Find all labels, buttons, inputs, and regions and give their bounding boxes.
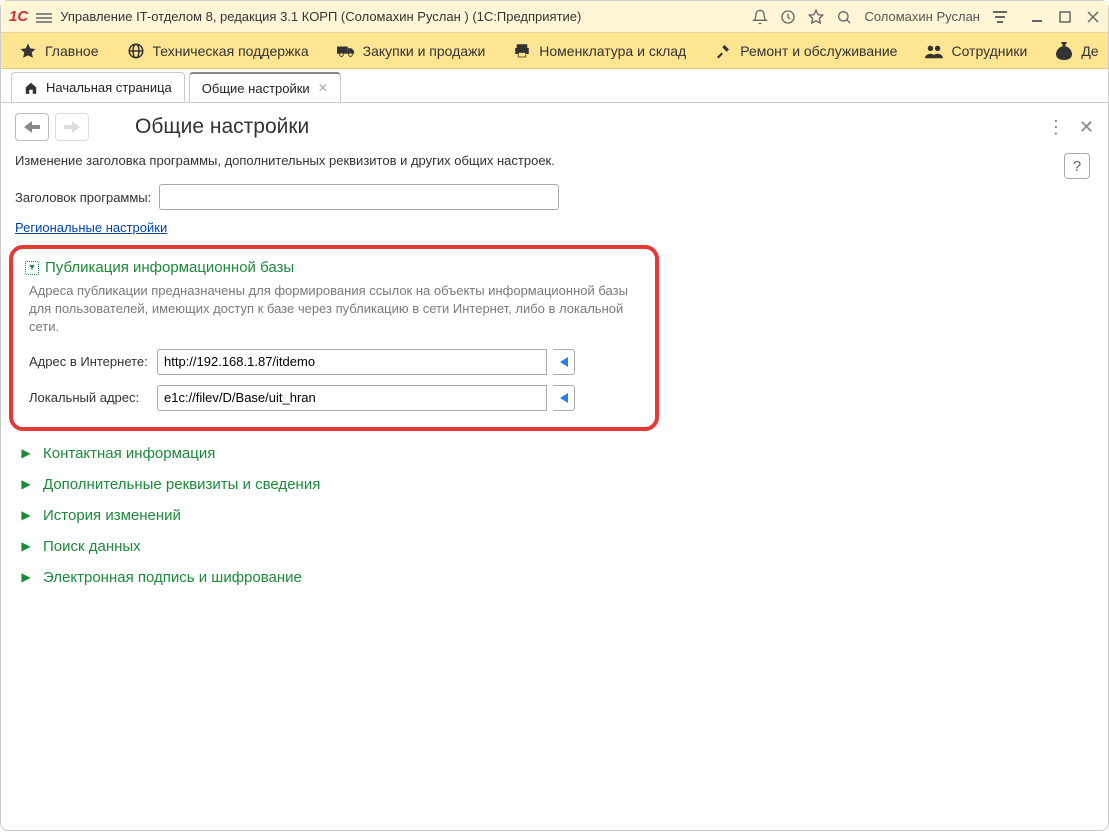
star-filled-icon [19,42,37,60]
tab-close-icon[interactable]: ✕ [318,81,328,95]
back-button[interactable] [15,113,49,141]
section-history[interactable]: ▶ История изменений [19,507,1094,524]
star-icon[interactable] [808,9,824,25]
chevron-right-icon: ▶ [19,477,33,491]
chevron-right-icon: ▶ [19,508,33,522]
collapsed-sections: ▶ Контактная информация ▶ Дополнительные… [19,445,1094,586]
local-address-label: Локальный адрес: [29,390,151,405]
bell-icon[interactable] [752,9,768,25]
section-label: Контактная информация [43,445,215,462]
maximize-button[interactable] [1058,10,1072,24]
close-window-button[interactable] [1086,10,1100,24]
section-additional-props[interactable]: ▶ Дополнительные реквизиты и сведения [19,476,1094,493]
forward-button[interactable] [55,113,89,141]
local-address-input[interactable] [157,385,547,411]
history-icon[interactable] [780,9,796,25]
nav-support[interactable]: Техническая поддержка [115,36,321,66]
tab-label: Начальная страница [46,80,172,95]
program-title-input[interactable] [159,184,559,210]
section-search[interactable]: ▶ Поиск данных [19,538,1094,555]
internet-address-input[interactable] [157,349,547,375]
internet-address-insert-button[interactable] [553,349,575,375]
internet-address-label: Адрес в Интернете: [29,354,151,369]
search-icon[interactable] [836,9,852,25]
username-label[interactable]: Соломахин Руслан [864,9,980,24]
regional-settings-link[interactable]: Региональные настройки [15,220,167,235]
globe-icon [127,42,145,60]
section-label: История изменений [43,507,181,524]
titlebar: 1C Управление IT-отделом 8, редакция 3.1… [1,1,1108,33]
arrow-left-icon [560,393,568,403]
nav-employees[interactable]: Сотрудники [913,36,1039,66]
section-signature[interactable]: ▶ Электронная подпись и шифрование [19,569,1094,586]
section-contact-info[interactable]: ▶ Контактная информация [19,445,1094,462]
chevron-right-icon: ▶ [19,570,33,584]
nav-purchases[interactable]: Закупки и продажи [325,36,498,66]
printer-icon [513,42,531,60]
page-title: Общие настройки [135,115,309,139]
nav-label: Сотрудники [951,43,1027,59]
chevron-right-icon: ▶ [19,539,33,553]
close-icon[interactable]: ✕ [1079,117,1094,138]
chevron-down-icon: ▾ [25,261,39,275]
menu-icon[interactable] [36,11,52,23]
people-icon [925,42,943,60]
more-icon[interactable]: ⋮ [1047,117,1065,138]
nav-main[interactable]: Главное [7,36,111,66]
nav-label: Главное [45,43,99,59]
nav-repair[interactable]: Ремонт и обслуживание [702,36,909,66]
tab-label: Общие настройки [202,81,310,96]
nav-label: Техническая поддержка [153,43,309,59]
publication-section: ▾ Публикация информационной базы Адреса … [9,245,659,431]
nav-label: Ремонт и обслуживание [740,43,897,59]
section-label: Поиск данных [43,538,141,555]
top-navigation: Главное Техническая поддержка Закупки и … [1,33,1108,69]
truck-icon [337,42,355,60]
window-title: Управление IT-отделом 8, редакция 3.1 КО… [60,9,581,24]
tab-bar: Начальная страница Общие настройки ✕ [1,69,1108,103]
section-title: Публикация информационной базы [45,259,294,276]
section-label: Электронная подпись и шифрование [43,569,302,586]
help-button[interactable]: ? [1064,153,1090,179]
tools-icon [714,42,732,60]
nav-label: Закупки и продажи [363,43,486,59]
page-subtitle: Изменение заголовка программы, дополните… [15,153,1094,168]
nav-label: Де [1081,43,1098,59]
program-title-label: Заголовок программы: [15,190,151,205]
publication-header[interactable]: ▾ Публикация информационной базы [25,259,643,276]
arrow-left-icon [560,357,568,367]
section-label: Дополнительные реквизиты и сведения [43,476,320,493]
publication-hint: Адреса публикации предназначены для форм… [29,282,629,337]
settings-lines-icon[interactable] [992,10,1008,24]
nav-money[interactable]: Де [1043,36,1108,66]
tab-settings[interactable]: Общие настройки ✕ [189,72,341,102]
minimize-button[interactable] [1030,10,1044,24]
tab-home[interactable]: Начальная страница [11,72,185,102]
moneybag-icon [1055,42,1073,60]
content-area: Общие настройки ⋮ ✕ ? Изменение заголовк… [1,103,1108,832]
local-address-insert-button[interactable] [553,385,575,411]
nav-nomenclature[interactable]: Номенклатура и склад [501,36,698,66]
chevron-right-icon: ▶ [19,446,33,460]
home-icon [24,81,38,95]
nav-label: Номенклатура и склад [539,43,686,59]
app-logo: 1C [9,8,28,25]
